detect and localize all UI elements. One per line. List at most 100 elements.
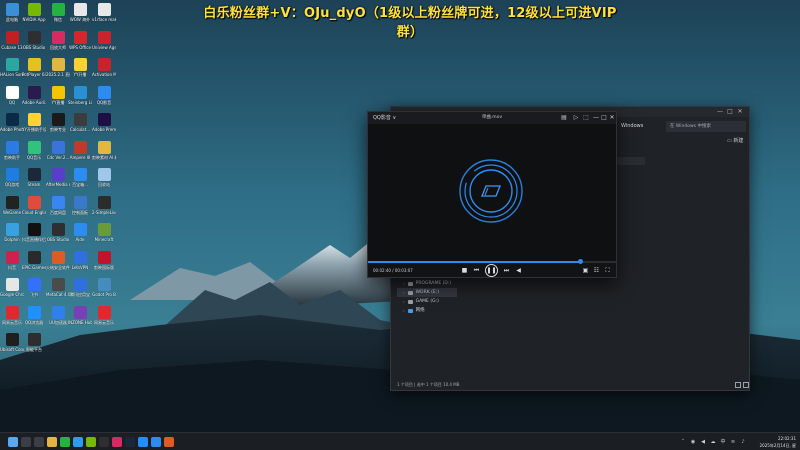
previous-icon[interactable]: ⏮ xyxy=(472,266,481,275)
replay-icon[interactable] xyxy=(112,437,122,447)
qqbrowser-icon[interactable] xyxy=(138,437,148,447)
desktop-icon-item[interactable]: Adobe Premie... xyxy=(92,113,116,132)
desktop-icon-item[interactable]: Minecraft xyxy=(92,223,116,242)
desktop-icon-item[interactable]: OBS Studio xyxy=(22,30,46,50)
close-icon[interactable]: ✕ xyxy=(608,114,616,122)
desktop-icon-item[interactable]: Cdc Ver.2... xyxy=(46,140,70,160)
desktop-icon-item[interactable]: UU加速器 xyxy=(46,305,70,325)
playlist-icon[interactable]: ▤ xyxy=(560,114,568,122)
chevron-right-icon[interactable]: › xyxy=(403,306,405,315)
desktop-icon-item[interactable]: Cloud English xyxy=(22,195,46,215)
desktop-icon-item[interactable]: 百度网盘 xyxy=(46,195,70,215)
obs-icon[interactable] xyxy=(99,437,109,447)
video-canvas[interactable] xyxy=(368,124,616,261)
desktop-icon-item[interactable]: Adobe Photosh... xyxy=(0,113,24,132)
pause-button[interactable]: ❚❚ xyxy=(485,264,498,277)
maximize-icon[interactable]: □ xyxy=(725,108,735,116)
desktop-icon-item[interactable]: 飞书 xyxy=(22,278,46,297)
screenshot-icon[interactable]: ▣ xyxy=(581,266,590,275)
maximize-icon[interactable]: □ xyxy=(600,114,608,122)
play-mode-icon[interactable]: ▷ xyxy=(572,114,580,122)
desktop-icon-item[interactable]: Google Chrome xyxy=(0,278,24,297)
desktop-icon-item[interactable]: 微信 xyxy=(46,3,70,22)
sidebar-item-programe[interactable]: › PROGRAME (D:) xyxy=(397,279,457,288)
tiles-view-icon[interactable] xyxy=(743,382,749,388)
desktop-icon-item[interactable]: YY开播 xyxy=(68,58,92,77)
desktop-icon-item[interactable]: WeGame xyxy=(0,195,24,215)
desktop-icon-item[interactable]: Ubisoft Connect xyxy=(0,333,24,352)
desktop-icon-item[interactable]: QQ游戏 xyxy=(0,168,24,187)
qq-icon[interactable] xyxy=(73,437,83,447)
desktop-icon-item[interactable]: Steam xyxy=(22,168,46,187)
desktop-icon-item[interactable]: 火绒安全软件 xyxy=(46,250,70,270)
desktop-icon-item[interactable]: Calculat... xyxy=(68,113,92,132)
desktop-icon-item[interactable]: HALion Sonic xyxy=(0,58,24,77)
sidebar-item-game[interactable]: › GAME (G:) xyxy=(397,297,457,306)
settings-icon[interactable]: ☷ xyxy=(592,266,601,275)
desktop-icon-item[interactable]: Adobe Audi... xyxy=(22,85,46,105)
chevron-right-icon[interactable]: › xyxy=(403,279,405,288)
steam-icon[interactable] xyxy=(125,437,135,447)
next-icon[interactable]: ⏭ xyxy=(502,266,511,275)
speaker-icon[interactable]: ◀ xyxy=(700,439,706,445)
minimize-icon[interactable]: — xyxy=(715,108,725,116)
search-icon[interactable] xyxy=(21,437,31,447)
desktop-icon-item[interactable]: Godot Pro B xyxy=(92,278,116,297)
sidebar-item-network[interactable]: › 网络 xyxy=(397,306,457,315)
desktop-icon-item[interactable]: Activation Manager xyxy=(92,58,116,77)
desktop-icon-item[interactable]: 剪映专业 xyxy=(46,113,70,132)
desktop-icon-item[interactable]: 剪映国际版 xyxy=(92,250,116,270)
desktop-icon-item[interactable]: YY直播 xyxy=(46,85,70,105)
desktop-icon-item[interactable]: v1rface makeup(1)... xyxy=(92,3,116,22)
desktop-icon-item[interactable]: WOW 海外 xyxy=(68,3,92,22)
desktop-icon-item[interactable]: 剪映助手 xyxy=(0,140,24,160)
desktop-icon-item[interactable]: LetsVPN xyxy=(68,250,92,270)
desktop-icon-item[interactable]: AfterMedia AI Lan... xyxy=(46,168,70,187)
new-folder-button[interactable]: ▭ 新建 xyxy=(727,137,743,145)
wechat-icon[interactable] xyxy=(60,437,70,447)
desktop-icon-item[interactable]: OBS Studio xyxy=(46,223,70,242)
desktop-icon-item[interactable]: 抖音直播伴侣 xyxy=(22,223,46,242)
desktop-icon-item[interactable]: 腾讯应用宝 xyxy=(68,278,92,297)
desktop-icon-item[interactable]: 回放大师 xyxy=(46,30,70,50)
desktop-icon-item[interactable]: Uniview Agent 12.6 xyxy=(92,30,116,50)
file-explorer-icon[interactable] xyxy=(47,437,57,447)
desktop-icon-item[interactable]: Dolphin xyxy=(0,223,24,242)
desktop-icon-item[interactable]: INZONE Hub xyxy=(68,305,92,325)
desktop-icon-item[interactable]: MetaCat 4.0 xyxy=(46,278,70,297)
close-icon[interactable]: ✕ xyxy=(735,108,745,116)
desktop-icon-item[interactable]: 2025.2.1 直播 xyxy=(46,58,70,77)
details-view-icon[interactable] xyxy=(735,382,741,388)
desktop-icon-item[interactable]: Aide xyxy=(68,223,92,242)
pin-icon[interactable]: ⬚ xyxy=(582,114,590,122)
desktop-icon-item[interactable]: 此电脑 xyxy=(0,3,24,22)
fullscreen-icon[interactable]: ⛶ xyxy=(603,266,612,275)
sidebar-item-work[interactable]: › WORK (E:) xyxy=(397,288,457,297)
desktop-icon-item[interactable]: 2-SimpleLive xyxy=(92,195,116,215)
desktop-icon-item[interactable]: 百宝箱... xyxy=(68,168,92,187)
cloud-icon[interactable]: ☁ xyxy=(710,439,716,445)
stop-icon[interactable]: ■ xyxy=(460,266,469,275)
volume-icon[interactable]: ♪ xyxy=(740,439,746,445)
desktop-icon-item[interactable]: QQ影音 xyxy=(92,85,116,105)
desktop-icon-item[interactable]: 网易云音乐 xyxy=(92,305,116,325)
desktop-icon-item[interactable]: Cubase 13 xyxy=(0,30,24,50)
desktop-icon-item[interactable]: Ampere III xyxy=(68,140,92,160)
qq-player-icon[interactable] xyxy=(151,437,161,447)
desktop-icon-item[interactable]: QQ xyxy=(0,85,24,105)
desktop-icon-item[interactable]: 回收站 xyxy=(92,168,116,187)
wifi-icon[interactable]: ≋ xyxy=(730,439,736,445)
desktop-icon-item[interactable]: 剪映素材 AI 精剪完成 xyxy=(92,140,116,160)
desktop-icon-item[interactable]: QQ浏览器 xyxy=(22,305,46,325)
desktop-icon-item[interactable]: NVIDIA App xyxy=(22,3,46,22)
desktop-icon-item[interactable]: 网易云音乐 xyxy=(0,305,24,325)
volume-icon[interactable]: ◀ xyxy=(514,266,523,275)
search-input[interactable]: 在 Windows 中搜索 xyxy=(666,121,746,132)
desktop-icon-item[interactable]: EPIC Games Launcher xyxy=(22,250,46,270)
taskbar-clock[interactable]: 22:02:31 2025年2月14日, 星期五 xyxy=(758,435,796,450)
minimize-icon[interactable]: — xyxy=(592,114,600,122)
address-bar[interactable]: Windows xyxy=(619,121,669,132)
chevron-right-icon[interactable]: › xyxy=(403,288,405,297)
desktop-icon-item[interactable]: QQ音乐 xyxy=(22,140,46,160)
ime-icon[interactable]: 中 xyxy=(720,439,726,445)
